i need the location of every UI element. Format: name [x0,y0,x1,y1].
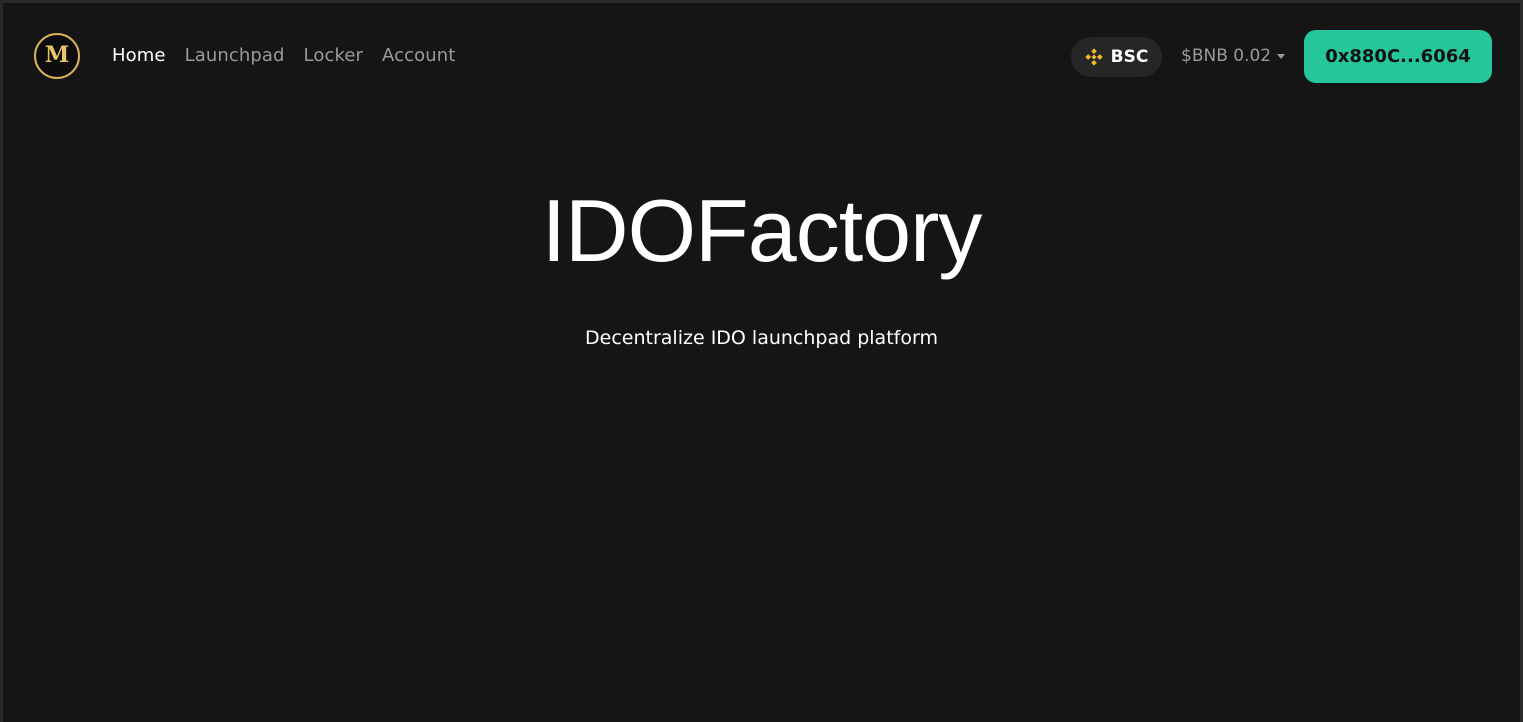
top-navbar: M Home Launchpad Locker Account BSC $BNB… [3,3,1520,109]
caret-down-icon [1277,53,1286,59]
wallet-address-button[interactable]: 0x880C...6064 [1304,30,1492,83]
logo-letter: M [44,41,70,68]
app-window: M Home Launchpad Locker Account BSC $BNB… [3,3,1520,722]
nav-link-launchpad[interactable]: Launchpad [185,43,285,69]
nav-link-home[interactable]: Home [112,43,166,69]
bnb-icon [1085,48,1103,66]
network-label: BSC [1110,47,1149,67]
nav-links: Home Launchpad Locker Account [112,43,474,69]
balance-text: $BNB 0.02 [1181,46,1272,66]
balance-dropdown[interactable]: $BNB 0.02 [1181,43,1286,69]
nav-link-locker[interactable]: Locker [304,43,363,69]
hero-subtitle: Decentralize IDO launchpad platform [585,327,938,349]
network-selector[interactable]: BSC [1071,37,1162,77]
nav-link-account[interactable]: Account [382,43,455,69]
logo[interactable]: M [34,33,80,79]
hero-title: IDOFactory [541,181,983,280]
